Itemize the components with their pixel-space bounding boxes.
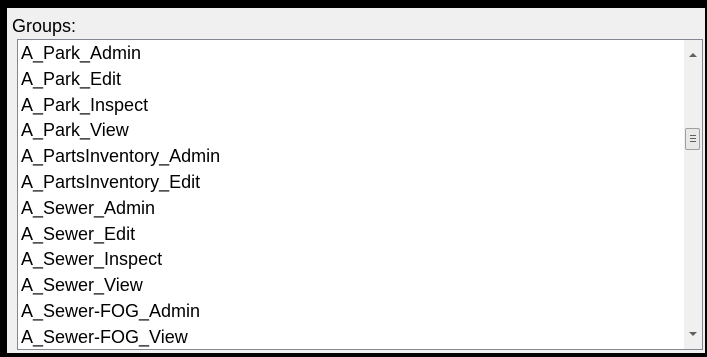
groups-list: A_Park_Admin A_Park_Edit A_Park_Inspect … xyxy=(18,41,682,349)
scroll-thumb[interactable] xyxy=(685,128,700,150)
list-item[interactable]: A_Sewer_Edit xyxy=(18,222,682,248)
list-item[interactable]: A_Sewer_View xyxy=(18,273,682,299)
list-item[interactable]: A_PartsInventory_Edit xyxy=(18,170,682,196)
chevron-up-icon xyxy=(689,53,697,57)
groups-label: Groups: xyxy=(12,16,77,36)
list-item[interactable]: A_Park_Edit xyxy=(18,67,682,93)
vertical-scrollbar[interactable] xyxy=(684,40,702,349)
list-item[interactable]: A_Park_View xyxy=(18,118,682,144)
scroll-up-button[interactable] xyxy=(684,46,702,64)
scroll-grip-icon xyxy=(690,135,696,136)
scroll-grip-icon xyxy=(690,138,696,139)
list-item[interactable]: A_Sewer-FOG_View xyxy=(18,325,682,349)
groups-listbox[interactable]: A_Park_Admin A_Park_Edit A_Park_Inspect … xyxy=(17,39,703,350)
scroll-down-button[interactable] xyxy=(684,325,702,343)
list-item[interactable]: A_Sewer_Inspect xyxy=(18,247,682,273)
list-item[interactable]: A_Sewer_Admin xyxy=(18,196,682,222)
list-item[interactable]: A_Park_Inspect xyxy=(18,93,682,119)
list-item[interactable]: A_Park_Admin xyxy=(18,41,682,67)
chevron-down-icon xyxy=(689,332,697,336)
list-item[interactable]: A_Sewer-FOG_Admin xyxy=(18,299,682,325)
scroll-grip-icon xyxy=(690,141,696,142)
list-item[interactable]: A_PartsInventory_Admin xyxy=(18,144,682,170)
